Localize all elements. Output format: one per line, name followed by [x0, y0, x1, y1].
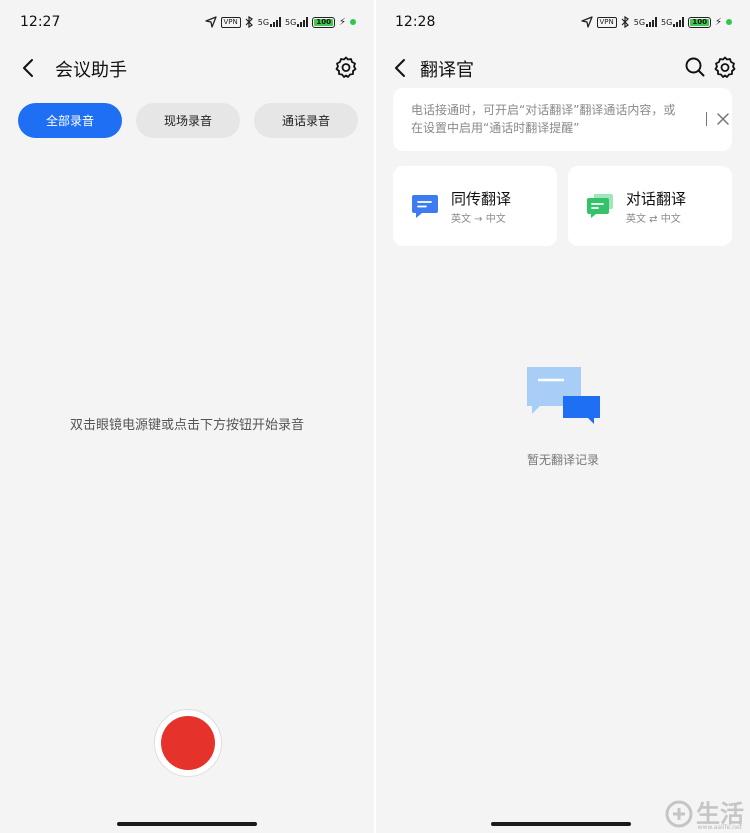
signal-1: 5G [258, 17, 282, 27]
simultaneous-chat-icon [412, 195, 438, 218]
charging-icon: ⚡ [714, 16, 722, 28]
tab-onsite-recordings[interactable]: 现场录音 [136, 103, 240, 138]
vpn-badge: VPN [220, 16, 241, 28]
status-bar: 12:27 VPN 5G 5G 100 ⚡ [0, 0, 374, 44]
status-time: 12:27 [20, 14, 61, 30]
gear-icon[interactable] [334, 55, 358, 79]
recording-tabs: 全部录音 现场录音 通话录音 [18, 103, 358, 138]
translator-screen: 12:28 VPN 5G 5G 100 ⚡ 翻译官 电话接通时，可开启“对话翻译… [376, 0, 750, 833]
charging-icon: ⚡ [338, 16, 346, 28]
notice-text: 电话接通时，可开启“对话翻译”翻译通话内容，或在设置中启用“通话时翻译提醒” [411, 103, 676, 135]
page-title: 翻译官 [420, 60, 474, 81]
watermark-logo-icon [665, 800, 693, 828]
home-indicator[interactable] [117, 822, 257, 826]
location-icon [580, 16, 593, 28]
status-bar: 12:28 VPN 5G 5G 100 ⚡ [376, 0, 750, 44]
back-chevron-icon[interactable] [390, 56, 410, 80]
battery-icon: 100 [688, 16, 711, 28]
signal-2: 5G [661, 17, 685, 27]
simultaneous-translation-card[interactable]: 同传翻译 英文 → 中文 [393, 166, 557, 246]
dialog-translation-card[interactable]: 对话翻译 英文 ⇄ 中文 [568, 166, 732, 246]
meeting-assistant-screen: 12:27 VPN 5G 5G 100 ⚡ 会议助手 全部录音 现场录音 通话录… [0, 0, 374, 833]
bluetooth-icon [621, 16, 629, 28]
back-chevron-icon[interactable] [18, 56, 38, 80]
card-title: 同传翻译 [451, 190, 512, 208]
status-time: 12:28 [395, 14, 436, 30]
vpn-badge: VPN [596, 16, 617, 28]
page-title: 会议助手 [55, 60, 127, 81]
card-subtitle: 英文 → 中文 [451, 214, 506, 225]
status-icons: VPN 5G 5G 100 ⚡ [580, 14, 732, 30]
location-icon [204, 16, 217, 28]
watermark-text: 生活 [696, 800, 744, 828]
card-title: 对话翻译 [626, 190, 687, 208]
call-translation-notice: 电话接通时，可开启“对话翻译”翻译通话内容，或在设置中启用“通话时翻译提醒” [393, 88, 732, 151]
watermark-url: www.aalife.net [697, 824, 742, 831]
record-button[interactable] [154, 709, 222, 777]
signal-2: 5G [285, 17, 309, 27]
signal-1: 5G [634, 17, 658, 27]
close-icon[interactable] [716, 112, 730, 126]
gear-icon[interactable] [713, 55, 737, 79]
status-icons: VPN 5G 5G 100 ⚡ [204, 14, 356, 30]
nav-bar: 会议助手 [0, 48, 374, 88]
dialog-chat-icon [587, 194, 613, 218]
search-icon[interactable] [683, 55, 707, 79]
record-icon [161, 716, 215, 770]
card-subtitle: 英文 ⇄ 中文 [626, 214, 681, 225]
privacy-dot [350, 19, 356, 25]
empty-state-text: 暂无翻译记录 [526, 453, 599, 467]
tab-all-recordings[interactable]: 全部录音 [18, 103, 122, 138]
tab-call-recordings[interactable]: 通话录音 [254, 103, 358, 138]
bluetooth-icon [245, 16, 253, 28]
home-indicator[interactable] [491, 822, 631, 826]
watermark: 生活 www.aalife.net [664, 799, 744, 831]
notice-divider [706, 112, 707, 126]
empty-hint: 双击眼镜电源键或点击下方按钮开始录音 [69, 418, 304, 433]
privacy-dot [726, 19, 732, 25]
empty-chat-icon [527, 367, 600, 424]
battery-icon: 100 [312, 16, 335, 28]
nav-bar: 翻译官 [376, 48, 750, 88]
